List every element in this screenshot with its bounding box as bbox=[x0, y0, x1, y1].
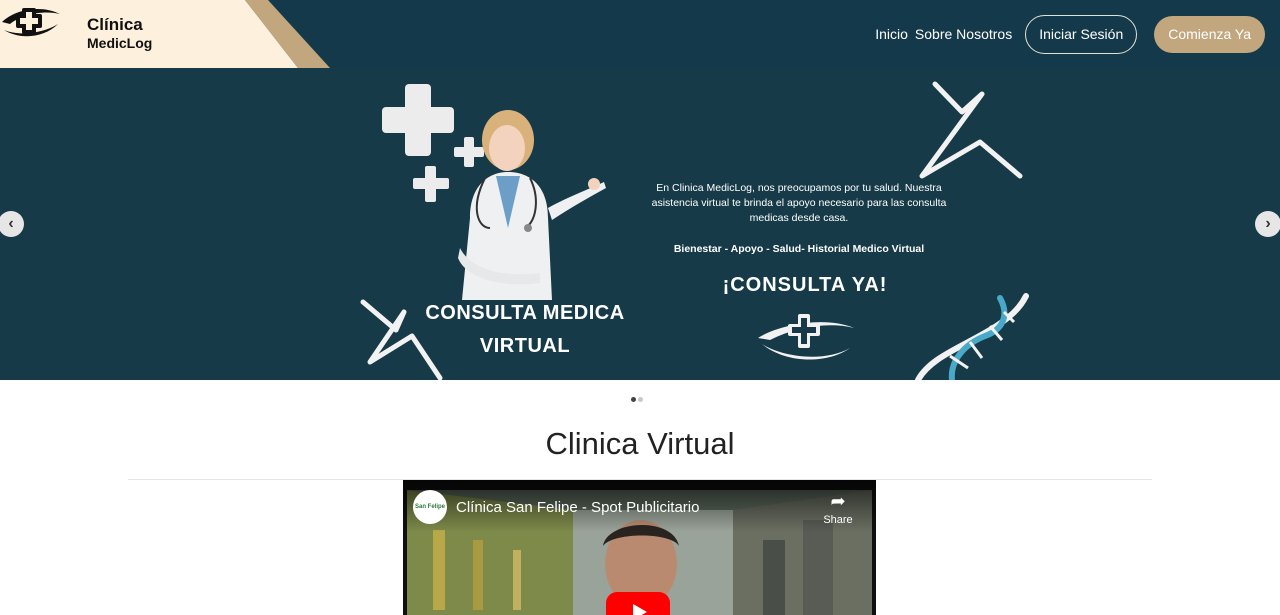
video-embed[interactable]: San Felipe Clínica San Felipe - Spot Pub… bbox=[403, 480, 876, 615]
hero-illustration bbox=[360, 81, 1029, 380]
play-icon bbox=[633, 604, 647, 615]
brand-name-line1: Clínica bbox=[87, 15, 143, 34]
zigzag-decoration bbox=[919, 81, 1023, 179]
carousel-indicator-2[interactable] bbox=[638, 397, 643, 402]
share-label: Share bbox=[823, 514, 853, 526]
channel-avatar-label: San Felipe bbox=[414, 504, 445, 510]
dna-icon bbox=[915, 293, 1029, 380]
hero-cta-text: ¡CONSULTA YA! bbox=[722, 274, 888, 296]
share-icon: ➦ bbox=[830, 491, 846, 511]
get-started-button[interactable]: Comienza Ya bbox=[1154, 15, 1265, 53]
brand-name-line2: MedicLog bbox=[87, 35, 153, 51]
carousel-next-button[interactable]: › bbox=[1255, 211, 1280, 237]
nav-links: Inicio Sobre Nosotros Iniciar Sesión Com… bbox=[875, 14, 1265, 54]
nav-link-inicio[interactable]: Inicio bbox=[875, 26, 908, 42]
chevron-right-icon: › bbox=[1265, 215, 1271, 232]
hero-description: En Clinica MedicLog, nos preocupamos por… bbox=[651, 182, 947, 224]
medical-cross-logo-icon[interactable] bbox=[0, 0, 62, 40]
login-button[interactable]: Iniciar Sesión bbox=[1025, 14, 1138, 54]
section-title: Clinica Virtual bbox=[545, 426, 735, 461]
hero-title-line1: CONSULTA MEDICA bbox=[425, 302, 625, 324]
hero-title-line2: VIRTUAL bbox=[479, 335, 571, 357]
nav-link-sobre-nosotros[interactable]: Sobre Nosotros bbox=[915, 26, 1012, 42]
doctor-illustration bbox=[458, 110, 606, 300]
clinic-logo-small-icon bbox=[758, 314, 854, 360]
share-button[interactable]: ➦ Share bbox=[821, 492, 855, 526]
navbar: Clínica MedicLog Inicio Sobre Nosotros I… bbox=[0, 0, 1280, 68]
video-title[interactable]: Clínica San Felipe - Spot Publicitario bbox=[456, 499, 699, 516]
channel-avatar[interactable]: San Felipe bbox=[413, 490, 447, 524]
brand-name[interactable]: Clínica MedicLog bbox=[87, 16, 152, 52]
hero-tags: Bienestar - Apoyo - Salud- Historial Med… bbox=[673, 243, 925, 255]
brand-panel: Clínica MedicLog bbox=[0, 0, 330, 68]
hero-carousel: En Clinica MedicLog, nos preocupamos por… bbox=[0, 68, 1280, 380]
chevron-left-icon: ‹ bbox=[8, 215, 14, 232]
medical-cross-icon bbox=[382, 84, 454, 156]
carousel-indicators bbox=[631, 397, 645, 402]
play-button[interactable] bbox=[606, 592, 670, 615]
carousel-indicator-1[interactable] bbox=[631, 397, 636, 402]
